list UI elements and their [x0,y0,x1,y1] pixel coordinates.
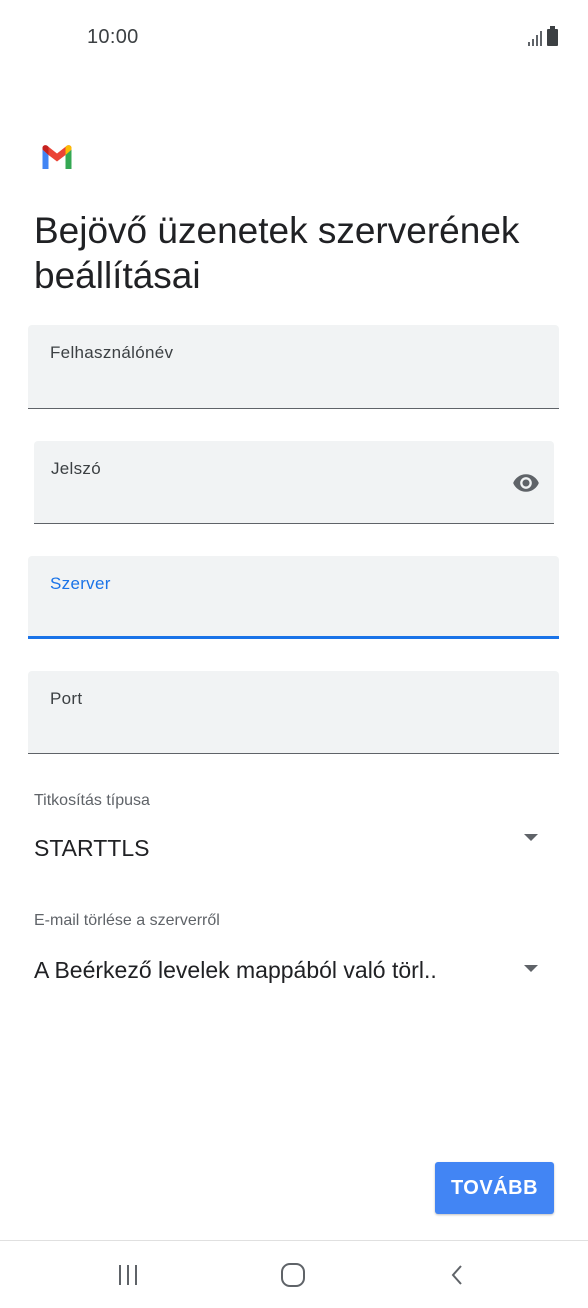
navigation-bar [0,1241,588,1308]
encryption-select[interactable]: STARTTLS [28,825,558,873]
status-bar: 10:00 [0,0,588,76]
delete-from-server-select[interactable]: A Beérkező levelek mappából való törl.. [28,946,558,994]
page-title: Bejövő üzenetek szerverének beállításai [34,210,520,296]
port-field[interactable]: Port [28,671,559,754]
delete-from-server-value: A Beérkező levelek mappából való törl.. [34,957,437,983]
home-icon [281,1262,305,1287]
battery-icon [547,26,558,46]
chevron-down-icon [524,834,538,841]
gmail-logo [42,145,72,169]
password-input[interactable] [51,493,471,515]
encryption-label: Titkosítás típusa [34,792,150,809]
server-field[interactable]: Szerver [28,556,559,639]
recent-apps-icon [119,1264,137,1285]
port-input[interactable] [50,723,479,745]
server-input[interactable] [50,606,479,628]
status-time: 10:00 [87,26,139,48]
password-label: Jelszó [51,459,101,478]
recent-apps-button[interactable] [88,1241,168,1308]
password-field[interactable]: Jelszó [34,441,554,524]
chevron-down-icon [524,965,538,972]
next-button[interactable]: TOVÁBB [435,1162,554,1214]
back-icon [451,1264,462,1285]
port-label: Port [50,689,83,708]
username-label: Felhasználónév [50,343,174,362]
home-button[interactable] [253,1241,333,1308]
username-field[interactable]: Felhasználónév [28,325,559,409]
server-label: Szerver [50,574,111,593]
delete-from-server-label: E-mail törlése a szerverről [34,912,220,929]
signal-icon [528,30,542,46]
username-input[interactable] [50,378,479,400]
back-button[interactable] [418,1241,498,1308]
encryption-value: STARTTLS [34,835,150,861]
status-icons [528,26,558,46]
eye-icon[interactable] [510,469,542,497]
